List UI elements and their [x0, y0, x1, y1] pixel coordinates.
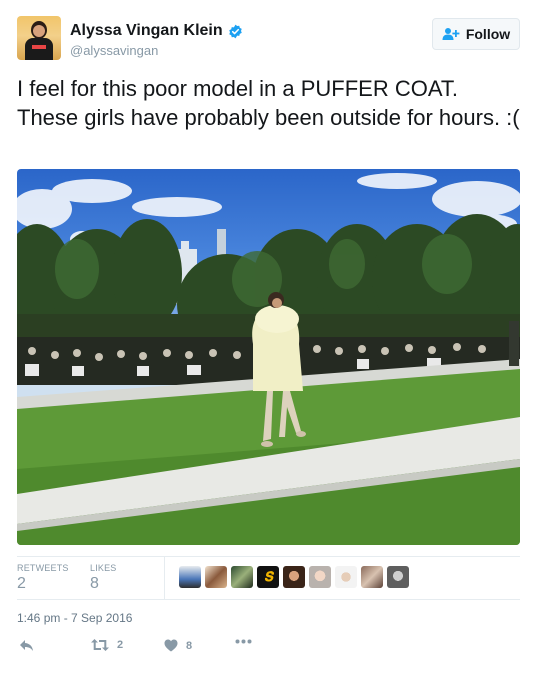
stats-divider — [164, 557, 165, 599]
retweet-count: 2 — [117, 639, 124, 651]
liker-avatar[interactable] — [387, 566, 409, 588]
retweet-button[interactable]: 2 — [91, 639, 123, 651]
liker-avatar[interactable] — [283, 566, 305, 588]
retweet-icon — [91, 639, 109, 651]
like-count: 8 — [186, 639, 193, 652]
avatar-face — [33, 25, 45, 37]
verified-badge-icon — [228, 24, 243, 39]
liker-avatar[interactable] — [231, 566, 253, 588]
liker-avatar[interactable]: 𝐒 — [257, 566, 279, 588]
retweets-stat[interactable]: RETWEETS 2 — [17, 563, 69, 593]
author-name-row[interactable]: Alyssa Vingan Klein — [70, 22, 243, 40]
runway-photo-illustration — [17, 173, 520, 545]
retweets-label: RETWEETS — [17, 563, 69, 573]
avatar-shirt — [25, 38, 53, 60]
liker-avatar[interactable] — [205, 566, 227, 588]
tweet-text: I feel for this poor model in a PUFFER C… — [17, 76, 520, 130]
runway-photo[interactable] — [17, 169, 520, 545]
reply-button[interactable] — [19, 639, 34, 652]
tweet-timestamp[interactable]: 1:46 pm - 7 Sep 2016 — [17, 611, 132, 625]
retweets-count: 2 — [17, 575, 26, 592]
liker-avatar[interactable] — [179, 566, 201, 588]
author-name[interactable]: Alyssa Vingan Klein — [70, 22, 223, 40]
author-block: Alyssa Vingan Klein @alyssavingan — [70, 22, 243, 58]
likes-stat[interactable]: LIKES 8 — [90, 563, 117, 593]
likes-count: 8 — [90, 575, 99, 592]
follow-button[interactable]: Follow — [432, 18, 520, 50]
liker-avatar[interactable] — [361, 566, 383, 588]
author-handle[interactable]: @alyssavingan — [70, 43, 243, 58]
add-user-icon — [442, 27, 460, 41]
follow-button-label: Follow — [465, 26, 511, 42]
like-button[interactable]: 8 — [164, 639, 192, 652]
reply-icon — [19, 639, 34, 652]
liker-logo-icon: 𝐒 — [264, 569, 273, 584]
liker-avatar[interactable] — [309, 566, 331, 588]
liker-avatars: 𝐒 — [179, 566, 409, 588]
liker-avatar[interactable] — [335, 566, 357, 588]
profile-avatar[interactable] — [17, 16, 61, 60]
more-icon — [235, 639, 252, 644]
more-button[interactable] — [235, 639, 252, 644]
likes-label: LIKES — [90, 563, 117, 573]
heart-icon — [164, 639, 178, 652]
tweet-stats: RETWEETS 2 LIKES 8 𝐒 — [17, 556, 520, 600]
